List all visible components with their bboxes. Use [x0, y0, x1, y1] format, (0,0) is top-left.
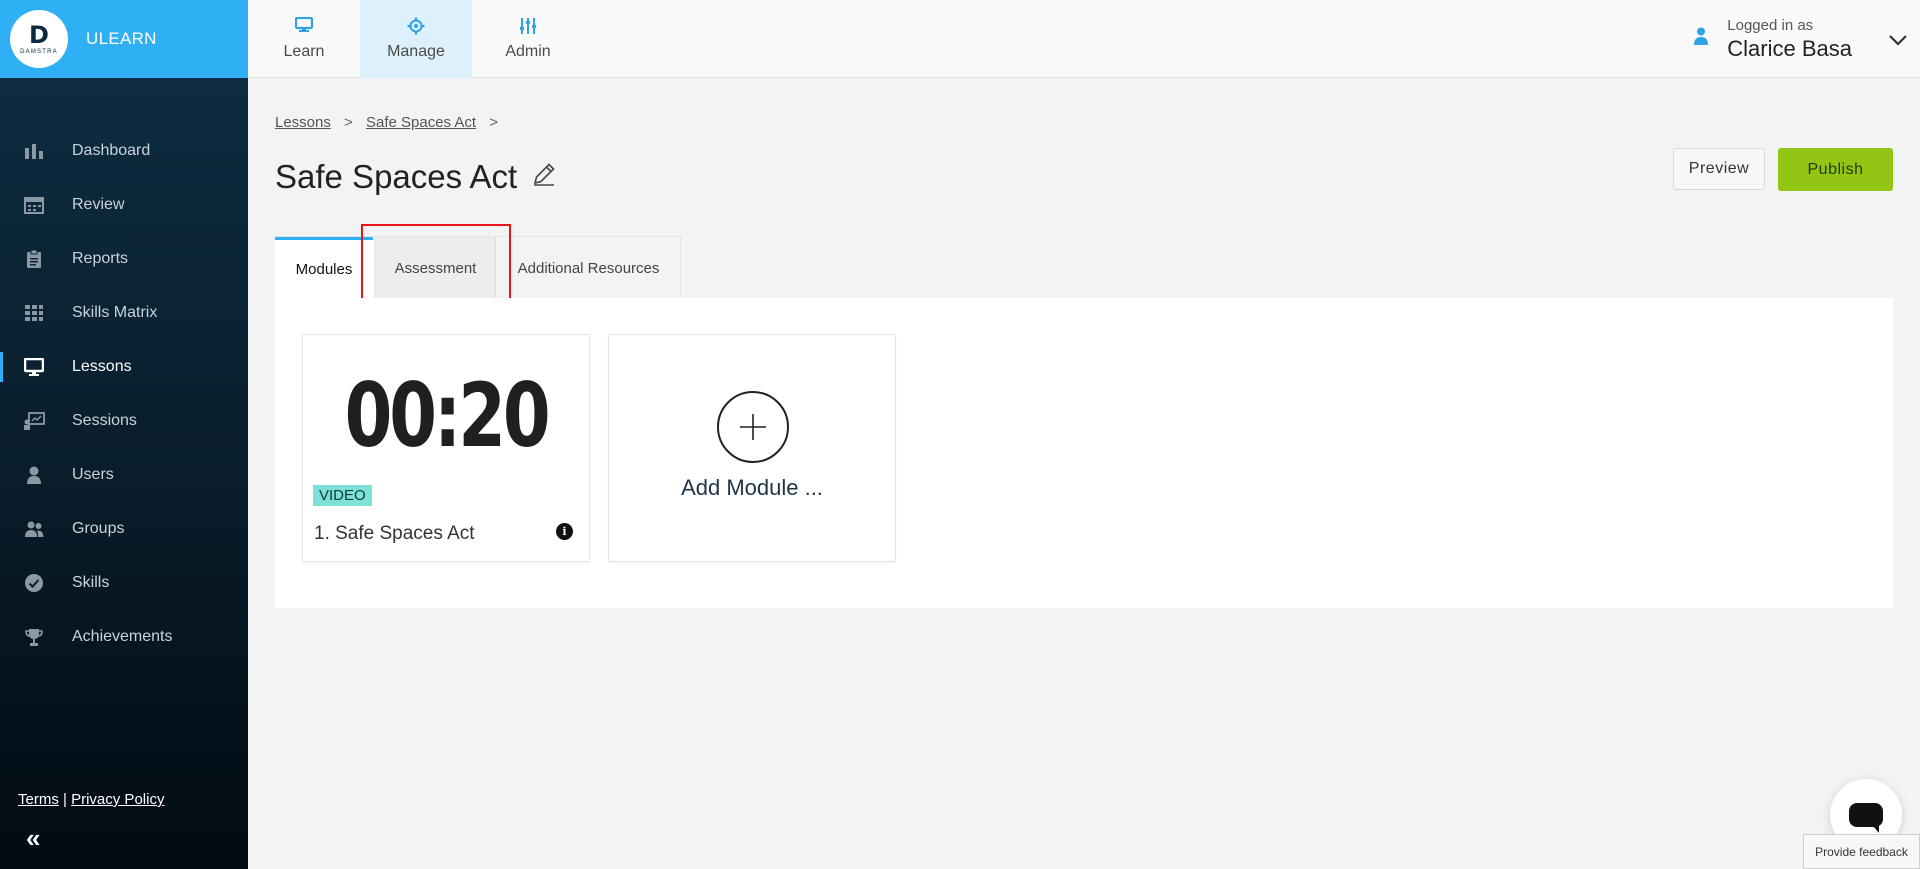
sidebar-item-achievements[interactable]: Achievements — [0, 610, 248, 664]
user-info: Logged in as Clarice Basa — [1727, 17, 1852, 62]
sliders-icon — [519, 17, 537, 39]
page-title: Safe Spaces Act — [275, 158, 518, 195]
breadcrumb: Lessons > Safe Spaces Act > — [275, 114, 507, 131]
bar-chart-icon — [22, 141, 46, 161]
terms-link[interactable]: Terms — [18, 791, 59, 808]
user-icon — [1693, 26, 1709, 52]
page-title-row: Safe Spaces Act — [275, 158, 557, 196]
collapse-sidebar-icon[interactable]: « — [26, 823, 40, 854]
sidebar-item-label: Review — [72, 196, 125, 213]
sidebar-item-sessions[interactable]: Sessions — [0, 394, 248, 448]
module-type-badge: VIDEO — [313, 485, 372, 506]
sidebar-item-review[interactable]: Review — [0, 178, 248, 232]
publish-button[interactable]: Publish — [1778, 148, 1893, 191]
tab-modules[interactable]: Modules — [275, 237, 373, 299]
thumbnail-text: 00:20 — [344, 363, 551, 467]
user-name: Clarice Basa — [1727, 35, 1852, 61]
privacy-policy-link[interactable]: Privacy Policy — [71, 791, 164, 808]
top-tab-manage[interactable]: Manage — [360, 0, 472, 78]
top-tab-admin[interactable]: Admin — [472, 0, 584, 78]
sidebar-item-label: Reports — [72, 250, 129, 267]
tab-additional-resources[interactable]: Additional Resources — [496, 237, 681, 299]
top-tab-label: Learn — [283, 43, 325, 60]
logo-glyph-icon: D — [29, 21, 49, 49]
pencil-edit-icon[interactable] — [531, 161, 557, 194]
sidebar-item-label: Groups — [72, 520, 125, 537]
sidebar-item-dashboard[interactable]: Dashboard — [0, 124, 248, 178]
logo-word: DAMSTRA — [20, 49, 58, 55]
sidebar-footer-links: Terms | Privacy Policy — [18, 791, 164, 808]
provide-feedback-button[interactable]: Provide feedback — [1803, 834, 1920, 869]
logged-in-label: Logged in as — [1727, 16, 1814, 34]
sidebar-item-label: Users — [72, 466, 114, 483]
brand-name: ULEARN — [86, 29, 157, 48]
top-tab-learn[interactable]: Learn — [248, 0, 360, 78]
module-card[interactable]: 00:20 VIDEO 1. Safe Spaces Act i — [302, 334, 590, 562]
sidebar-item-label: Achievements — [72, 628, 173, 645]
clipboard-icon — [22, 249, 46, 269]
footer-separator: | — [63, 791, 67, 808]
sidebar-item-reports[interactable]: Reports — [0, 232, 248, 286]
user-menu[interactable]: Logged in as Clarice Basa — [1693, 0, 1920, 78]
add-module-label: Add Module ... — [681, 475, 823, 500]
sidebar: D DAMSTRA ULEARN Dashboard Review Report… — [0, 0, 248, 869]
plus-circle-icon — [717, 391, 789, 463]
info-icon[interactable]: i — [556, 523, 573, 540]
monitor-icon — [294, 16, 314, 39]
grid-icon — [22, 303, 46, 323]
sidebar-item-label: Sessions — [72, 412, 137, 429]
users-icon — [22, 519, 46, 539]
damstra-logo[interactable]: D DAMSTRA — [10, 10, 68, 68]
sidebar-item-label: Dashboard — [72, 142, 151, 159]
tab-assessment[interactable]: Assessment — [375, 237, 496, 299]
chat-bubble-icon — [1849, 803, 1883, 833]
lesson-tabs: Modules Assessment Additional Resources — [275, 236, 681, 299]
sidebar-item-skills[interactable]: Skills — [0, 556, 248, 610]
chevron-down-icon[interactable] — [1888, 26, 1908, 52]
module-title: 1. Safe Spaces Act — [314, 523, 475, 544]
breadcrumb-safe-spaces-act[interactable]: Safe Spaces Act — [366, 114, 476, 131]
calendar-icon — [22, 195, 46, 215]
breadcrumb-lessons[interactable]: Lessons — [275, 114, 331, 131]
breadcrumb-separator: > — [489, 114, 498, 131]
sidebar-item-lessons[interactable]: Lessons — [0, 340, 248, 394]
add-module-card[interactable]: Add Module ... — [608, 334, 896, 562]
top-tab-label: Manage — [387, 43, 445, 60]
sidebar-item-label: Skills — [72, 574, 110, 591]
modules-panel: 00:20 VIDEO 1. Safe Spaces Act i Add Mod… — [275, 298, 1893, 608]
brand-header: D DAMSTRA ULEARN — [0, 0, 248, 78]
sidebar-item-groups[interactable]: Groups — [0, 502, 248, 556]
sidebar-item-label: Skills Matrix — [72, 304, 158, 321]
top-bar: Learn Manage Admin Logged in as Clarice … — [248, 0, 1920, 78]
check-circle-icon — [22, 573, 46, 593]
user-icon — [22, 465, 46, 485]
monitor-icon — [22, 357, 46, 377]
sidebar-item-skills-matrix[interactable]: Skills Matrix — [0, 286, 248, 340]
top-tab-label: Admin — [505, 43, 551, 60]
trophy-icon — [22, 627, 46, 647]
module-thumbnail: 00:20 — [303, 335, 589, 495]
presentation-icon — [22, 411, 46, 431]
sidebar-nav: Dashboard Review Reports Skills Matrix L… — [0, 124, 248, 664]
sidebar-item-label: Lessons — [72, 358, 132, 375]
preview-button[interactable]: Preview — [1673, 148, 1765, 190]
gear-icon — [407, 17, 425, 39]
sidebar-item-users[interactable]: Users — [0, 448, 248, 502]
breadcrumb-separator: > — [344, 114, 353, 131]
